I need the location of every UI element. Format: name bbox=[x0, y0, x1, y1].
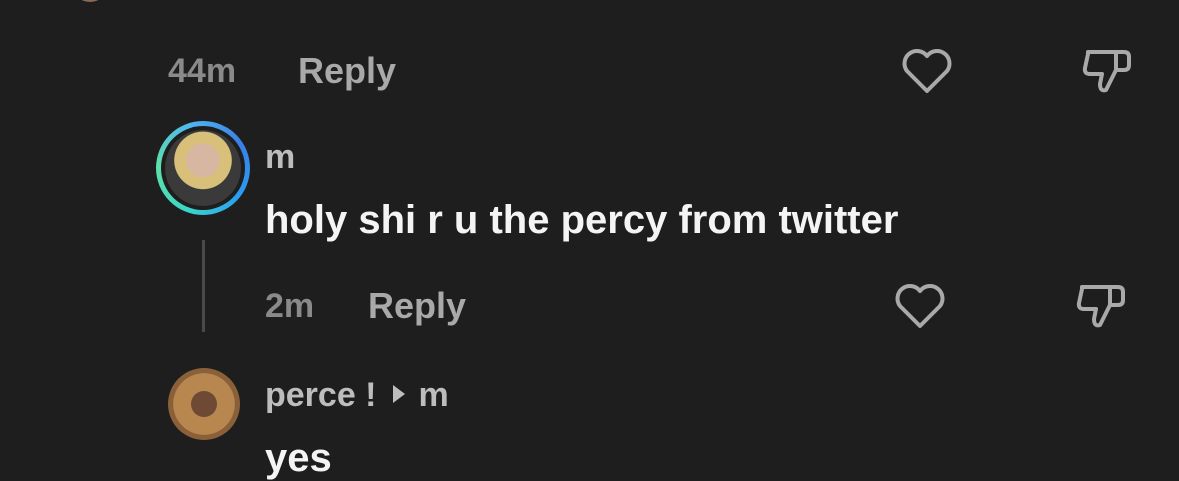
comment-text: holy shi r u the percy from twitter bbox=[265, 198, 899, 242]
previous-avatar bbox=[72, 0, 108, 2]
heart-icon[interactable] bbox=[893, 281, 947, 331]
reply-text: yes bbox=[265, 436, 332, 480]
thread-line bbox=[202, 240, 205, 332]
avatar[interactable] bbox=[168, 368, 240, 440]
reply-header: perce ! m bbox=[265, 376, 449, 415]
reply-button[interactable]: Reply bbox=[298, 50, 396, 92]
reply-button[interactable]: Reply bbox=[368, 285, 466, 327]
reply-username[interactable]: perce ! bbox=[265, 376, 377, 414]
story-avatar[interactable] bbox=[156, 121, 250, 215]
comment-username[interactable]: m bbox=[265, 138, 295, 177]
heart-icon[interactable] bbox=[900, 46, 954, 96]
avatar-photo bbox=[165, 130, 241, 206]
reply-to-username[interactable]: m bbox=[419, 376, 449, 414]
previous-comment-text-fragment bbox=[180, 0, 520, 2]
comment-timestamp: 2m bbox=[265, 287, 315, 325]
thumbs-down-icon[interactable] bbox=[1080, 44, 1134, 98]
reply-to-arrow-icon bbox=[392, 385, 405, 404]
thumbs-down-icon[interactable] bbox=[1074, 279, 1128, 333]
comment-timestamp: 44m bbox=[168, 52, 237, 90]
